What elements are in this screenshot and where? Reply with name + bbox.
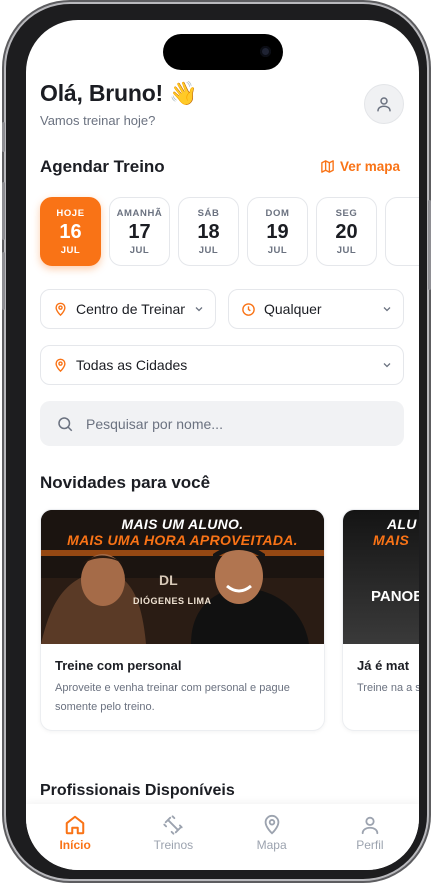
news-card[interactable]: ALU MAIS PANOBI Já é mat Treine na a som…: [342, 509, 419, 731]
day-sat[interactable]: SÁB 18 JUL: [178, 197, 239, 266]
news-carousel: DL MAIS UM ALUNO. MAIS UMA HORA APROVEIT…: [40, 509, 419, 731]
chevron-down-icon: [383, 307, 391, 312]
map-pin-icon: [264, 814, 279, 835]
search-placeholder: Pesquisar por nome...: [86, 415, 223, 432]
tab-profile[interactable]: Perfil: [321, 804, 419, 870]
tab-bar: Início Treinos Mapa Perfil: [26, 804, 419, 870]
news-banner-top: MAIS UM ALUNO.: [121, 516, 244, 532]
location-pin-icon: [55, 302, 66, 316]
professionals-title: Profissionais Disponíveis: [40, 782, 235, 799]
day-tomorrow[interactable]: AMANHÃ 17 JUL: [109, 197, 170, 266]
gym-select-value: Centro de Treinamento: [76, 301, 185, 317]
chevron-down-icon: [383, 363, 391, 368]
search-icon: [58, 416, 73, 431]
day-sun[interactable]: DOM 19 JUL: [247, 197, 308, 266]
city-select[interactable]: Todas as Cidades: [40, 345, 404, 385]
news-card-image: DL MAIS UM ALUNO. MAIS UMA HORA APROVEIT…: [41, 510, 324, 644]
avatar-button[interactable]: [364, 84, 404, 124]
tab-map[interactable]: Mapa: [223, 804, 321, 870]
news-card-title: Treine com personal: [55, 658, 182, 673]
time-select[interactable]: Qualquer: [228, 289, 404, 329]
news-card[interactable]: DL MAIS UM ALUNO. MAIS UMA HORA APROVEIT…: [40, 509, 325, 731]
svg-text:DL: DL: [159, 572, 178, 588]
news-banner-bottom: MAIS: [373, 532, 410, 548]
clock-icon: [242, 302, 255, 316]
day-today[interactable]: HOJE 16 JUL: [40, 197, 101, 266]
location-pin-icon: [55, 358, 66, 372]
tab-workouts[interactable]: Treinos: [124, 804, 222, 870]
greeting: Olá, Bruno! 👋: [40, 80, 198, 106]
news-title: Novidades para você: [40, 473, 211, 492]
city-select-value: Todas as Cidades: [76, 357, 188, 373]
news-card-title: Já é mat: [357, 658, 410, 673]
search-input[interactable]: Pesquisar por nome...: [40, 401, 404, 446]
chevron-down-icon: [195, 307, 203, 312]
wave-emoji: 👋: [169, 80, 198, 106]
news-banner-top: ALU: [387, 516, 417, 532]
news-logo: DIÓGENES LIMA: [133, 596, 212, 606]
dynamic-island: [163, 34, 283, 70]
news-logo: PANOBI: [371, 588, 419, 605]
map-icon: [321, 160, 334, 173]
schedule-title: Agendar Treino: [40, 157, 165, 176]
home-icon: [65, 815, 85, 835]
phone-frame: Olá, Bruno! 👋 Vamos treinar hoje? Agenda…: [2, 4, 431, 879]
day-next[interactable]: [385, 197, 419, 266]
dumbbell-icon: [163, 815, 183, 835]
view-map-link[interactable]: Ver mapa: [320, 159, 400, 174]
news-card-desc: Aproveite e venha treinar com personal e…: [55, 682, 290, 713]
user-icon: [377, 97, 391, 112]
news-banner-bottom: MAIS UMA HORA APROVEITADA.: [67, 532, 298, 548]
day-mon[interactable]: SEG 20 JUL: [316, 197, 377, 266]
user-icon: [361, 816, 379, 835]
news-card-desc: Treine na a somente p: [357, 682, 419, 694]
app-screen: Olá, Bruno! 👋 Vamos treinar hoje? Agenda…: [26, 20, 419, 870]
greeting-subtitle: Vamos treinar hoje?: [40, 113, 156, 128]
news-card-image: ALU MAIS PANOBI: [343, 510, 419, 644]
time-select-value: Qualquer: [264, 301, 322, 317]
gym-select[interactable]: Centro de Treinamento: [40, 289, 216, 329]
tab-home[interactable]: Início: [26, 804, 124, 870]
day-picker: HOJE 16 JUL AMANHÃ 17 JUL SÁB 18 JUL DOM 19 JUL …: [40, 197, 419, 266]
